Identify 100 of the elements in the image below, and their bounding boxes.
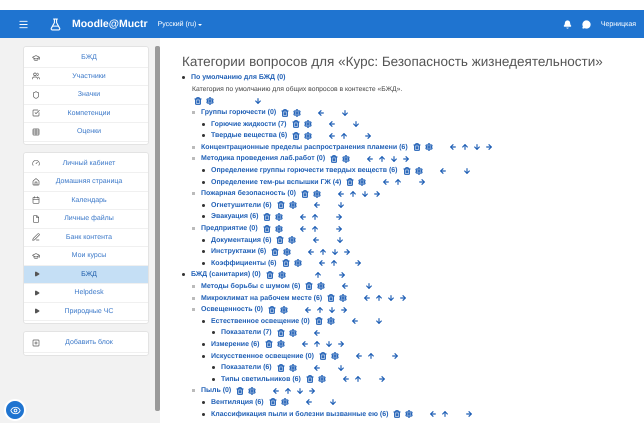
- delete-icon[interactable]: [281, 108, 290, 117]
- delete-icon[interactable]: [292, 132, 300, 140]
- arrow-left-icon[interactable]: [350, 317, 359, 326]
- arrow-left-icon[interactable]: [312, 201, 321, 210]
- delete-icon[interactable]: [412, 143, 421, 152]
- delete-icon[interactable]: [236, 386, 244, 395]
- arrow-down-icon[interactable]: [352, 120, 360, 128]
- arrow-up-icon[interactable]: [316, 306, 324, 314]
- settings-icon[interactable]: [342, 154, 350, 163]
- settings-icon[interactable]: [280, 398, 289, 406]
- arrow-up-icon[interactable]: [310, 224, 319, 233]
- arrow-down-icon[interactable]: [296, 386, 304, 395]
- delete-icon[interactable]: [282, 259, 290, 268]
- delete-icon[interactable]: [276, 328, 285, 337]
- arrow-down-icon[interactable]: [328, 306, 336, 314]
- arrow-right-icon[interactable]: [364, 132, 372, 140]
- delete-icon[interactable]: [327, 294, 336, 302]
- delete-icon[interactable]: [268, 398, 277, 406]
- arrow-right-icon[interactable]: [354, 259, 362, 268]
- delete-icon[interactable]: [264, 340, 273, 348]
- settings-icon[interactable]: [414, 166, 423, 175]
- arrow-down-icon[interactable]: [390, 154, 398, 163]
- arrow-down-icon[interactable]: [360, 190, 369, 198]
- settings-icon[interactable]: [424, 143, 433, 152]
- arrow-down-icon[interactable]: [336, 236, 344, 244]
- arrow-down-icon[interactable]: [472, 143, 481, 152]
- arrow-up-icon[interactable]: [378, 154, 386, 163]
- settings-icon[interactable]: [275, 212, 284, 221]
- arrow-left-icon[interactable]: [299, 212, 308, 221]
- settings-icon[interactable]: [276, 340, 285, 348]
- eye-button[interactable]: [4, 399, 26, 421]
- delete-icon[interactable]: [266, 270, 274, 279]
- arrow-down-icon[interactable]: [462, 166, 471, 175]
- arrow-left-icon[interactable]: [318, 259, 326, 268]
- arrow-up-icon[interactable]: [441, 410, 450, 418]
- delete-icon[interactable]: [271, 248, 280, 256]
- delete-icon[interactable]: [268, 306, 276, 314]
- settings-icon[interactable]: [294, 259, 302, 268]
- menu-icon[interactable]: [18, 18, 29, 30]
- arrow-left-icon[interactable]: [307, 248, 316, 256]
- delete-icon[interactable]: [318, 352, 327, 360]
- arrow-up-icon[interactable]: [330, 259, 338, 268]
- arrow-down-icon[interactable]: [387, 294, 396, 302]
- arrow-up-icon[interactable]: [348, 190, 357, 198]
- arrow-down-icon[interactable]: [365, 282, 374, 290]
- settings-icon[interactable]: [304, 132, 312, 140]
- arrow-down-icon[interactable]: [331, 248, 340, 256]
- arrow-down-icon[interactable]: [336, 201, 345, 210]
- settings-icon[interactable]: [304, 120, 312, 128]
- settings-icon[interactable]: [293, 108, 302, 117]
- arrow-right-icon[interactable]: [378, 375, 386, 384]
- arrow-up-icon[interactable]: [460, 143, 469, 152]
- arrow-left-icon[interactable]: [382, 178, 390, 186]
- arrow-right-icon[interactable]: [336, 340, 345, 348]
- arrow-down-icon[interactable]: [336, 364, 345, 372]
- settings-icon[interactable]: [326, 317, 335, 326]
- settings-icon[interactable]: [405, 410, 414, 418]
- settings-icon[interactable]: [288, 364, 297, 372]
- arrow-left-icon[interactable]: [312, 236, 320, 244]
- arrow-left-icon[interactable]: [354, 352, 363, 360]
- site-name[interactable]: Moodle@Muctr: [72, 18, 148, 30]
- settings-icon[interactable]: [283, 248, 292, 256]
- arrow-left-icon[interactable]: [312, 364, 321, 372]
- arrow-left-icon[interactable]: [336, 190, 345, 198]
- settings-icon[interactable]: [339, 294, 348, 302]
- delete-icon[interactable]: [276, 236, 284, 244]
- arrow-left-icon[interactable]: [363, 294, 372, 302]
- arrow-left-icon[interactable]: [272, 386, 280, 395]
- arrow-right-icon[interactable]: [465, 410, 474, 418]
- delete-icon[interactable]: [292, 120, 300, 128]
- arrow-right-icon[interactable]: [308, 386, 316, 395]
- settings-icon[interactable]: [317, 282, 326, 290]
- arrow-right-icon[interactable]: [338, 270, 346, 279]
- delete-icon[interactable]: [305, 282, 314, 290]
- delete-icon[interactable]: [276, 201, 285, 210]
- settings-icon[interactable]: [288, 236, 296, 244]
- arrow-right-icon[interactable]: [484, 143, 493, 152]
- arrow-up-icon[interactable]: [366, 352, 375, 360]
- settings-icon[interactable]: [288, 328, 297, 337]
- arrow-right-icon[interactable]: [340, 306, 348, 314]
- arrow-down-icon[interactable]: [374, 317, 383, 326]
- delete-icon[interactable]: [263, 212, 272, 221]
- arrow-left-icon[interactable]: [328, 132, 336, 140]
- arrow-up-icon[interactable]: [394, 178, 402, 186]
- chat-icon[interactable]: [582, 20, 591, 28]
- settings-icon[interactable]: [274, 224, 283, 233]
- arrow-right-icon[interactable]: [334, 224, 343, 233]
- delete-icon[interactable]: [262, 224, 271, 233]
- arrow-down-icon[interactable]: [328, 398, 337, 406]
- arrow-up-icon[interactable]: [319, 248, 328, 256]
- arrow-up-icon[interactable]: [340, 132, 348, 140]
- delete-icon[interactable]: [276, 364, 285, 372]
- arrow-left-icon[interactable]: [300, 340, 309, 348]
- arrow-down-icon[interactable]: [324, 340, 333, 348]
- arrow-right-icon[interactable]: [390, 352, 399, 360]
- arrow-left-icon[interactable]: [366, 154, 374, 163]
- bell-icon[interactable]: [562, 20, 572, 28]
- delete-icon[interactable]: [330, 154, 338, 163]
- arrow-up-icon[interactable]: [312, 340, 321, 348]
- arrow-left-icon[interactable]: [342, 375, 350, 384]
